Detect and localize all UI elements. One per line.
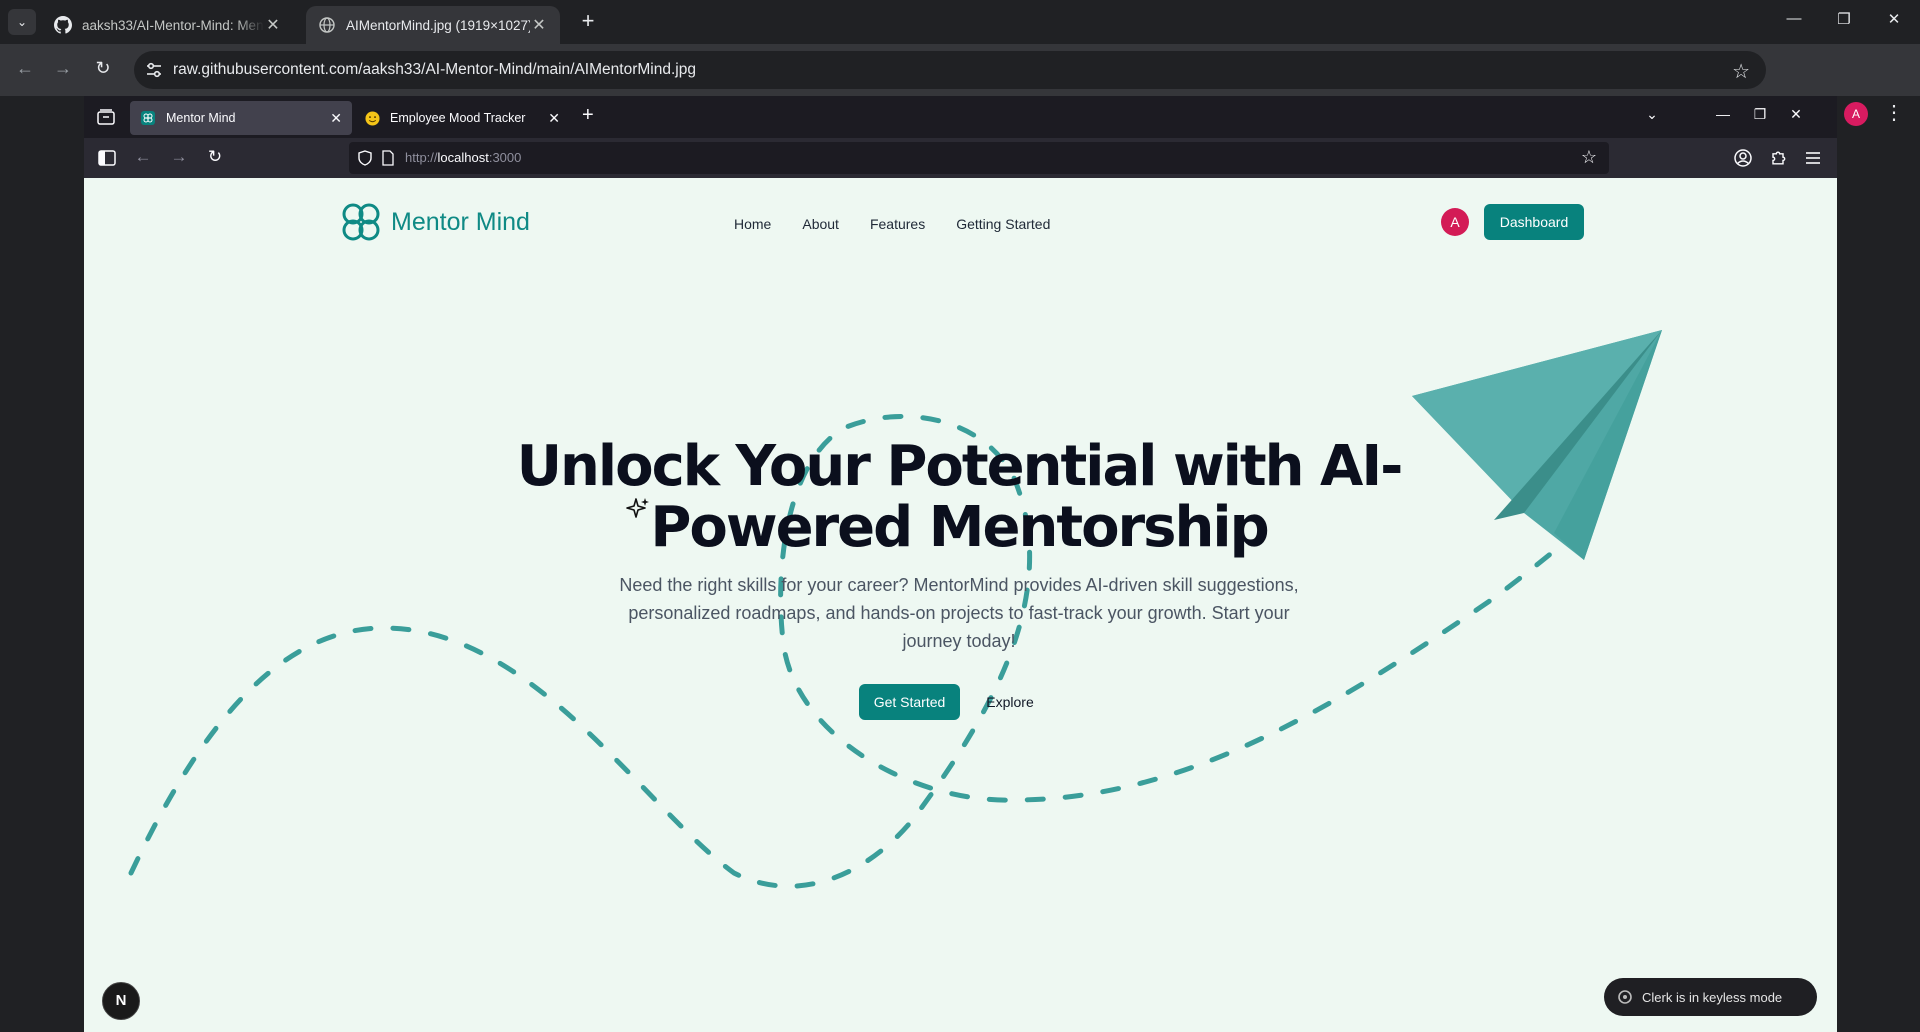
chrome-toolbar: ← → ↻ raw.githubusercontent.com/aaksh33/… (0, 44, 1920, 126)
new-tab-plus-icon[interactable]: + (582, 104, 594, 127)
explore-button[interactable]: Explore (975, 684, 1045, 720)
close-icon[interactable]: ✕ (330, 110, 342, 127)
chrome-tab-image[interactable]: AIMentorMind.jpg (1919×1027) ✕ (306, 6, 560, 44)
account-icon[interactable] (1733, 148, 1753, 168)
firefox-url-text: http://localhost:3000 (405, 150, 522, 165)
site-settings-icon[interactable] (144, 60, 164, 80)
get-started-button[interactable]: Get Started (859, 684, 960, 720)
url-text: raw.githubusercontent.com/aaksh33/AI-Men… (173, 61, 696, 78)
close-icon[interactable]: ✕ (548, 110, 560, 127)
emoji-face-icon (364, 110, 380, 126)
site-nav: Home About Features Getting Started (734, 216, 1081, 232)
nav-getting-started-link[interactable]: Getting Started (956, 216, 1050, 232)
clerk-toast-text: Clerk is in keyless mode (1642, 989, 1783, 1005)
reload-icon[interactable]: ↻ (90, 58, 116, 79)
nextjs-dev-badge[interactable]: N (102, 982, 140, 1020)
back-arrow-icon[interactable]: ← (12, 58, 38, 79)
close-icon[interactable]: ✕ (264, 15, 282, 35)
screenshot-image: Mentor Mind ✕ Employee Mood Tracker ✕ + … (84, 96, 1837, 1032)
forward-arrow-icon[interactable]: → (50, 58, 76, 79)
tab-list-chevron-icon[interactable]: ⌄ (1640, 106, 1664, 123)
profile-avatar[interactable]: A (1844, 102, 1868, 126)
shield-icon[interactable] (358, 150, 372, 166)
close-window-icon[interactable]: ✕ (1784, 106, 1808, 123)
clover-logo-icon (342, 203, 380, 241)
firefox-tab-title: Employee Mood Tracker (390, 111, 526, 125)
firefox-address-bar[interactable]: http://localhost:3000 ☆ (349, 142, 1609, 174)
bookmark-star-icon[interactable]: ☆ (1732, 59, 1750, 84)
firefox-tab-mood-tracker[interactable]: Employee Mood Tracker ✕ (354, 101, 570, 135)
minimize-icon[interactable]: — (1780, 10, 1808, 27)
forward-arrow-icon[interactable]: → (168, 147, 190, 167)
chrome-tab-title: aaksh33/AI-Mentor-Mind: Mentor Mind (82, 17, 264, 33)
new-tab-button[interactable]: + (574, 10, 602, 34)
back-arrow-icon[interactable]: ← (132, 147, 154, 167)
reload-icon[interactable]: ↻ (204, 147, 226, 167)
firefox-tab-title: Mentor Mind (166, 111, 236, 125)
sparkle-cursor-icon (625, 496, 651, 522)
site-logo[interactable]: Mentor Mind (340, 201, 530, 243)
user-avatar[interactable]: A (1441, 208, 1469, 236)
web-page: Mentor Mind Home About Features Getting … (84, 178, 1837, 1032)
firefox-tab-mentor-mind[interactable]: Mentor Mind ✕ (130, 101, 352, 135)
extensions-puzzle-icon[interactable] (1768, 148, 1788, 168)
minimize-icon[interactable]: — (1711, 106, 1735, 122)
bookmark-star-icon[interactable]: ☆ (1581, 147, 1597, 168)
restore-icon[interactable]: ❐ (1830, 10, 1858, 28)
firefox-toolbar: ← → ↻ http://localhost:3000 ☆ (84, 138, 1837, 178)
brand-name: Mentor Mind (391, 207, 530, 236)
chrome-tab-strip: ⌄ aaksh33/AI-Mentor-Mind: Mentor Mind ✕ … (0, 0, 1920, 44)
chevron-down-icon: ⌄ (16, 15, 28, 29)
mentor-mind-favicon (140, 110, 156, 126)
address-bar[interactable]: raw.githubusercontent.com/aaksh33/AI-Men… (134, 51, 1766, 89)
restore-icon[interactable]: ❐ (1748, 106, 1772, 123)
page-icon (382, 150, 394, 166)
clerk-logo-icon (1618, 990, 1632, 1004)
chrome-tab-title: AIMentorMind.jpg (1919×1027) (346, 17, 530, 33)
nav-features-link[interactable]: Features (870, 216, 925, 232)
chrome-tab-github[interactable]: aaksh33/AI-Mentor-Mind: Mentor Mind ✕ (42, 6, 294, 44)
hero-title: Unlock Your Potential with AI-Powered Me… (516, 434, 1404, 560)
dashboard-button[interactable]: Dashboard (1484, 204, 1584, 240)
nav-home-link[interactable]: Home (734, 216, 771, 232)
firefox-tab-strip: Mentor Mind ✕ Employee Mood Tracker ✕ + … (84, 96, 1837, 138)
tab-search-button[interactable]: ⌄ (8, 9, 36, 35)
close-icon[interactable]: ✕ (530, 15, 548, 35)
github-icon (54, 16, 72, 34)
close-window-icon[interactable]: ✕ (1880, 10, 1908, 28)
nav-about-link[interactable]: About (802, 216, 839, 232)
hero-subtitle: Need the right skills for your career? M… (619, 575, 1299, 651)
clerk-keyless-toast[interactable]: Clerk is in keyless mode (1604, 978, 1817, 1016)
globe-icon (318, 16, 336, 34)
kebab-menu-icon[interactable]: ⋮ (1884, 100, 1904, 125)
hamburger-menu-icon[interactable] (1803, 148, 1823, 168)
tab-overview-icon[interactable] (96, 108, 116, 126)
sidebar-toggle-icon[interactable] (98, 150, 116, 166)
